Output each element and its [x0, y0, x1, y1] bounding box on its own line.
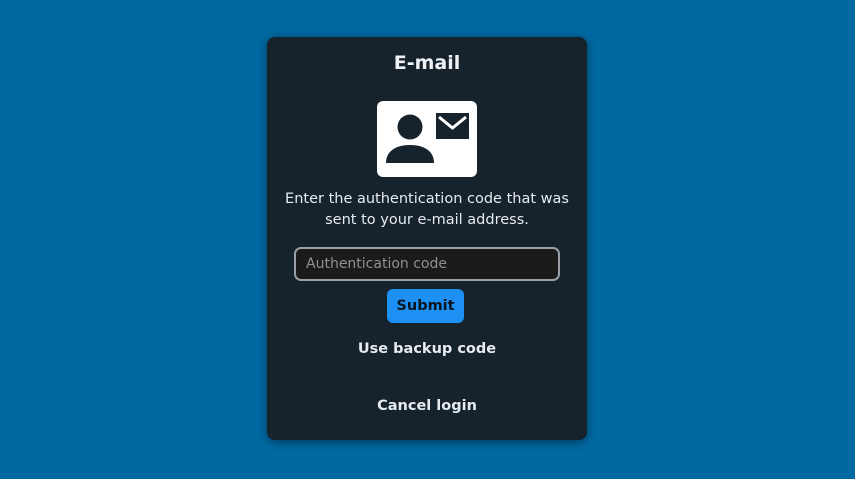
- dialog-title: E-mail: [393, 52, 461, 74]
- authentication-code-input[interactable]: [294, 247, 560, 281]
- cancel-login-link[interactable]: Cancel login: [267, 396, 587, 416]
- instruction-text: Enter the authentication code that was s…: [285, 191, 569, 228]
- contact-card-email-icon: [377, 101, 477, 177]
- submit-button[interactable]: Submit: [387, 289, 464, 323]
- login-dialog: E-mail Enter the authentication code tha…: [267, 37, 587, 440]
- use-backup-code-link[interactable]: Use backup code: [267, 339, 587, 359]
